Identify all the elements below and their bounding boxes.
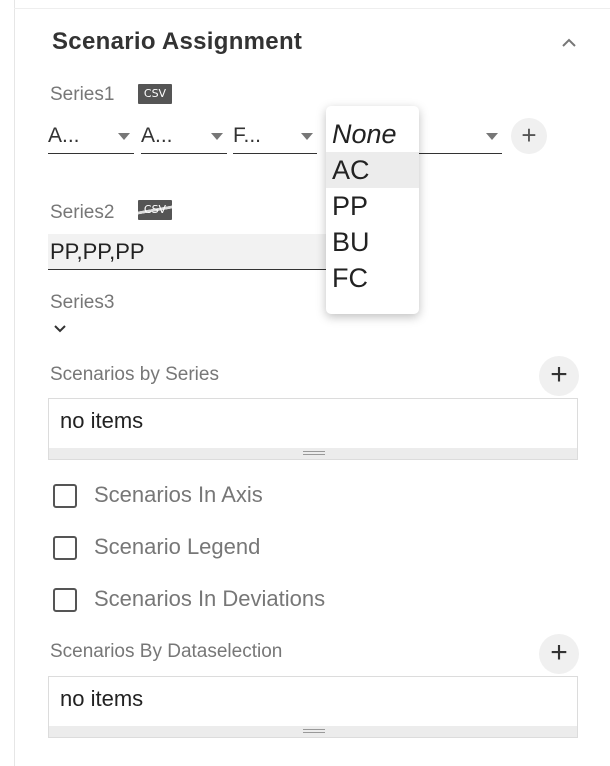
- dropdown-option-none[interactable]: None: [326, 116, 419, 152]
- checkbox-label: Scenarios In Deviations: [94, 586, 326, 611]
- checkbox[interactable]: [53, 484, 77, 508]
- empty-list-text: no items: [60, 686, 144, 711]
- scenario-dropdown-popup[interactable]: None AC PP BU FC: [326, 106, 419, 314]
- scenarios-by-series-add-button[interactable]: +: [539, 356, 579, 396]
- caret-down-icon: [486, 133, 498, 140]
- scenarios-by-series-list[interactable]: no items: [48, 398, 578, 460]
- series1-dropdown-1[interactable]: A...: [48, 118, 134, 154]
- series2-field[interactable]: PP,PP,PP: [48, 234, 338, 270]
- scenarios-by-series-label: Scenarios by Series: [50, 364, 219, 385]
- chevron-down-icon: [54, 325, 66, 333]
- dropdown-value: A...: [48, 124, 80, 147]
- checkbox[interactable]: [53, 536, 77, 560]
- dropdown-option-fc[interactable]: FC: [326, 260, 419, 296]
- dropdown-option-pp[interactable]: PP: [326, 188, 419, 224]
- panel-left-border: [14, 0, 15, 766]
- dropdown-value: A...: [141, 124, 173, 147]
- series1-dropdown-3[interactable]: F...: [233, 118, 317, 154]
- panel-top-border: [14, 8, 610, 9]
- section-title: Scenario Assignment: [52, 28, 303, 55]
- scenarios-by-dataselection-add-button[interactable]: +: [539, 634, 579, 674]
- chevron-up-icon: [562, 38, 576, 47]
- collapse-button[interactable]: [555, 28, 583, 56]
- checkbox-label: Scenarios In Axis: [94, 482, 263, 507]
- caret-down-icon: [118, 133, 130, 140]
- caret-down-icon: [211, 133, 223, 140]
- caret-down-icon: [301, 133, 313, 140]
- checkbox-label: Scenario Legend: [94, 534, 261, 559]
- empty-list-text: no items: [60, 408, 144, 433]
- dropdown-value: F...: [233, 124, 262, 147]
- resize-handle[interactable]: [49, 726, 577, 737]
- checkbox[interactable]: [53, 588, 77, 612]
- series2-csv-badge[interactable]: CSV: [138, 200, 172, 220]
- series2-label: Series2: [50, 202, 115, 223]
- scenarios-by-dataselection-label: Scenarios By Dataselection: [50, 641, 283, 662]
- series1-add-button[interactable]: +: [511, 118, 547, 154]
- dropdown-option-ac[interactable]: AC: [326, 152, 419, 188]
- series1-label: Series1: [50, 84, 115, 105]
- series3-label: Series3: [50, 292, 115, 313]
- series1-csv-badge[interactable]: CSV: [138, 84, 172, 104]
- resize-handle[interactable]: [49, 448, 577, 459]
- series1-dropdown-2[interactable]: A...: [141, 118, 227, 154]
- scenarios-by-dataselection-list[interactable]: no items: [48, 676, 578, 738]
- dropdown-option-bu[interactable]: BU: [326, 224, 419, 260]
- series3-expand-button[interactable]: [52, 322, 68, 334]
